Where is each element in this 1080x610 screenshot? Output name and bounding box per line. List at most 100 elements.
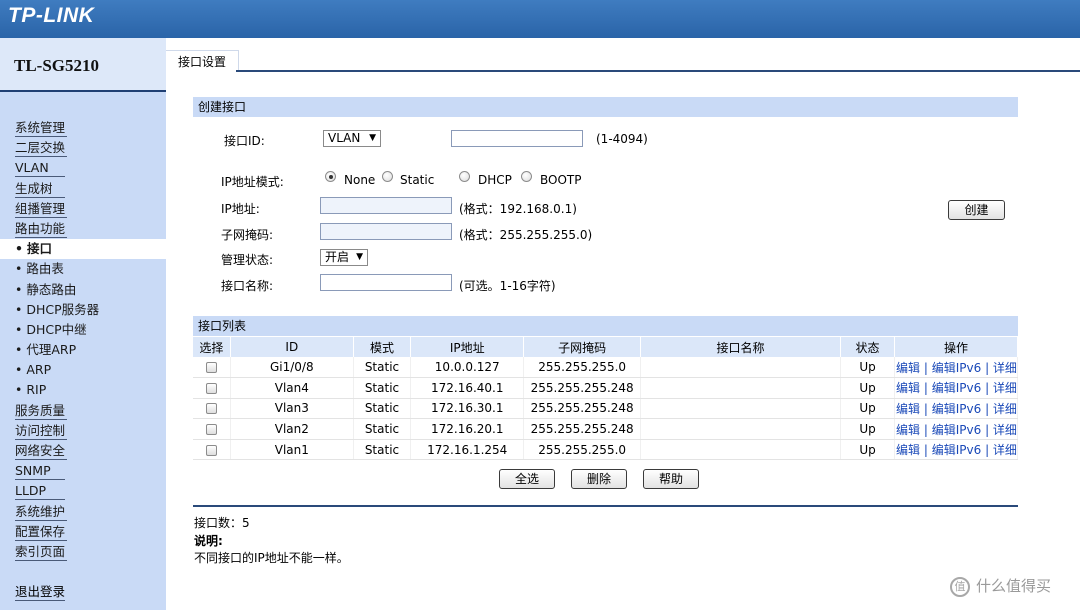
sidebar-item[interactable]: 组播管理 (0, 199, 166, 219)
sidebar-item[interactable]: • DHCP中继 (0, 320, 166, 340)
sidebar-item[interactable]: 索引页面 (0, 542, 166, 562)
sidebar-item[interactable]: 网络安全 (0, 441, 166, 461)
detail-link[interactable]: 详细 (993, 423, 1017, 437)
admin-status-select[interactable]: 开启 ▼ (320, 249, 368, 266)
row-checkbox[interactable] (205, 382, 217, 394)
col-ip: IP地址 (410, 337, 525, 357)
name-cell (640, 439, 842, 461)
bottom-divider (193, 505, 1018, 507)
name-cell (640, 377, 842, 399)
sidebar-item[interactable]: • ARP (0, 360, 166, 380)
sidebar-item[interactable]: 二层交换 (0, 138, 166, 158)
tab-row: 接口设置 (166, 38, 1080, 72)
row-checkbox[interactable] (205, 403, 217, 415)
sidebar-item[interactable]: • DHCP服务器 (0, 300, 166, 320)
select-cell (193, 439, 231, 461)
mode-cell: Static (353, 377, 412, 399)
status-cell: Up (840, 439, 896, 461)
sidebar-item[interactable]: • 代理ARP (0, 340, 166, 360)
help-button[interactable]: 帮助 (643, 469, 699, 489)
bullet-icon: • (15, 241, 23, 257)
ops-separator: | (981, 401, 993, 416)
sidebar-item[interactable]: • RIP (0, 380, 166, 400)
mode-dhcp-radio[interactable] (459, 171, 470, 182)
edit-link[interactable]: 编辑 (896, 443, 920, 457)
table-row: Vlan1 Static 172.16.1.254 255.255.255.0 Up 编辑… (193, 439, 1018, 461)
sidebar-item[interactable]: 配置保存 (0, 522, 166, 542)
bullet-icon: • (15, 321, 23, 337)
edit-ipv6-link[interactable]: 编辑IPv6 (932, 381, 982, 395)
sidebar-item[interactable]: SNMP (0, 461, 166, 481)
detail-link[interactable]: 详细 (993, 402, 1017, 416)
sidebar-item[interactable]: 系统维护 (0, 502, 166, 522)
create-button[interactable]: 创建 (948, 200, 1005, 220)
ops-cell: 编辑 | 编辑IPv6 | 详细 (894, 357, 1018, 379)
sidebar-item-label: LLDP (15, 482, 65, 501)
sidebar-item[interactable]: LLDP (0, 481, 166, 501)
select-all-button[interactable]: 全选 (499, 469, 555, 489)
edit-link[interactable]: 编辑 (896, 402, 920, 416)
sidebar-item[interactable]: 服务质量 (0, 401, 166, 421)
model-name: TL-SG5210 (14, 56, 100, 75)
sidebar-item[interactable]: VLAN (0, 158, 166, 178)
mode-static-radio[interactable] (382, 171, 393, 182)
sidebar-item-label: 接口 (27, 241, 53, 257)
mask-cell: 255.255.255.248 (523, 418, 641, 440)
col-mode: 模式 (353, 337, 412, 357)
iface-name-hint: (可选。1-16字符) (459, 279, 556, 293)
ops-separator: | (920, 360, 932, 375)
bullet-icon: • (15, 281, 23, 297)
row-checkbox[interactable] (205, 424, 217, 436)
edit-link[interactable]: 编辑 (896, 381, 920, 395)
sidebar-item[interactable]: • 路由表 (0, 259, 166, 279)
mode-bootp-radio[interactable] (521, 171, 532, 182)
edit-link[interactable]: 编辑 (896, 361, 920, 375)
delete-button[interactable]: 删除 (571, 469, 627, 489)
iface-count-label: 接口数： (194, 516, 243, 530)
iface-name-input[interactable] (320, 274, 452, 291)
row-checkbox[interactable] (205, 444, 217, 456)
id-cell: Vlan4 (230, 377, 354, 399)
detail-link[interactable]: 详细 (993, 361, 1017, 375)
sidebar-item[interactable]: 路由功能 (0, 219, 166, 239)
admin-status-value: 开启 (325, 250, 350, 264)
edit-ipv6-link[interactable]: 编辑IPv6 (932, 423, 982, 437)
detail-link[interactable]: 详细 (993, 381, 1017, 395)
edit-ipv6-link[interactable]: 编辑IPv6 (932, 402, 982, 416)
tp-link-logo: TP-LINK (8, 4, 95, 27)
edit-link[interactable]: 编辑 (896, 423, 920, 437)
col-mask: 子网掩码 (523, 337, 641, 357)
iface-name-label: 接口名称: (221, 279, 274, 293)
tab-interface-settings[interactable]: 接口设置 (166, 50, 240, 71)
bullet-icon: • (15, 342, 23, 358)
sidebar-item[interactable]: • 静态路由 (0, 280, 166, 300)
sidebar-item-label: 路由功能 (15, 220, 68, 238)
mode-none-radio[interactable] (325, 171, 336, 182)
ops-separator: | (981, 360, 993, 375)
sidebar-item-label: 系统维护 (15, 503, 68, 521)
subnet-mask-input[interactable] (320, 223, 452, 240)
sidebar-item[interactable]: 访问控制 (0, 421, 166, 441)
edit-ipv6-link[interactable]: 编辑IPv6 (932, 361, 982, 375)
sidebar-item[interactable]: • 接口 (0, 239, 166, 260)
status-cell: Up (840, 357, 896, 379)
logout-link[interactable]: 退出登录 (15, 581, 66, 601)
col-status: 状态 (840, 337, 896, 357)
iface-id-input[interactable] (451, 130, 583, 147)
ip-address-input[interactable] (320, 197, 452, 214)
status-cell: Up (840, 418, 896, 440)
sidebar-item[interactable]: 系统管理 (0, 118, 166, 138)
sidebar-item[interactable]: 生成树 (0, 179, 166, 199)
mode-cell: Static (353, 418, 412, 440)
sidebar-item-label: 配置保存 (15, 523, 68, 541)
detail-link[interactable]: 详细 (993, 443, 1017, 457)
model-box: TL-SG5210 (0, 38, 166, 92)
ops-separator: | (981, 443, 993, 458)
interface-table: 选择 ID 模式 IP地址 子网掩码 接口名称 状态 操作 Gi1/0/8 Sta… (193, 337, 1018, 461)
sidebar-item-label: 组播管理 (15, 200, 68, 218)
iface-type-select[interactable]: VLAN ▼ (323, 130, 381, 147)
edit-ipv6-link[interactable]: 编辑IPv6 (932, 443, 982, 457)
bullet-icon: • (15, 382, 23, 398)
list-section-header: 接口列表 (193, 316, 1018, 336)
row-checkbox[interactable] (205, 362, 217, 374)
